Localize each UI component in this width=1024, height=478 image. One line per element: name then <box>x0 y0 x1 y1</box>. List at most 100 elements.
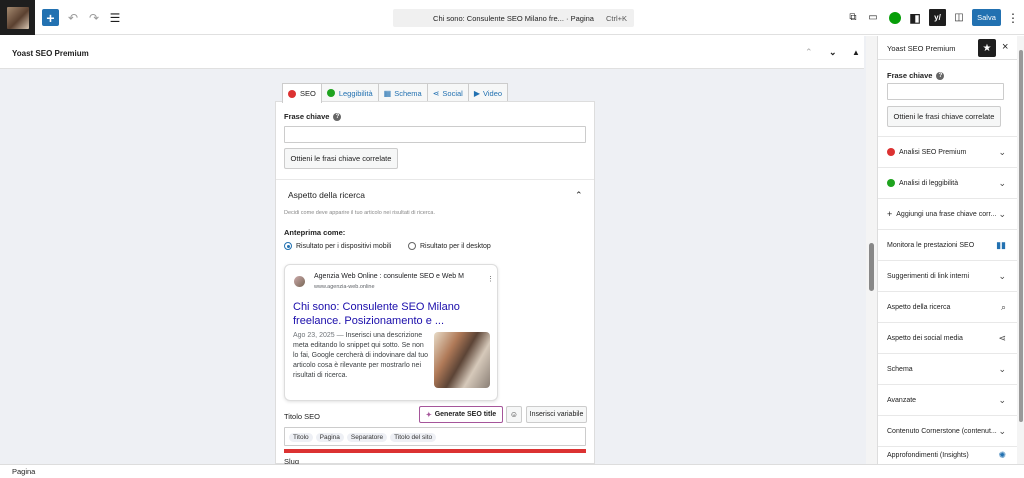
redo-icon[interactable]: ↷ <box>87 9 101 26</box>
tab-readability[interactable]: Leggibilità <box>320 83 379 102</box>
tab-seo[interactable]: SEO <box>282 83 322 103</box>
radio-mobile[interactable]: Risultato per i dispositivi mobili <box>284 242 391 250</box>
sidebar-item-advanced[interactable]: Avanzate ⌄ <box>878 384 1017 415</box>
snippet-title[interactable]: Chi sono: Consulente SEO Milano freelanc… <box>293 300 488 328</box>
collapse-metabox-icon[interactable]: ▲ <box>852 48 860 57</box>
variable-chip-title[interactable]: Titolo <box>289 433 313 442</box>
sidebar-item-insights[interactable]: Approfondimenti (Insights) ✺ <box>878 446 1017 464</box>
block-inserter-button[interactable]: + <box>42 9 59 26</box>
sidebar-item-seo-analysis[interactable]: Analisi SEO Premium ⌄ <box>878 136 1017 167</box>
undo-icon[interactable]: ↶ <box>66 9 80 26</box>
snippet-site-name: Agenzia Web Online : consulente SEO e We… <box>314 273 464 280</box>
share-icon: ⋖ <box>432 88 440 98</box>
help-icon[interactable]: ? <box>333 113 342 122</box>
radio-desktop-indicator[interactable] <box>408 242 416 250</box>
move-up-icon[interactable]: ⌃ <box>805 47 813 58</box>
sidebar-item-seo-performance[interactable]: Monitora le prestazioni SEO ▮▮ <box>878 229 1017 260</box>
emoji-picker-icon[interactable]: ☺ <box>506 406 522 423</box>
editor-top-toolbar: + ↶ ↷ ☰ Chi sono: Consulente SEO Milano … <box>0 0 1024 35</box>
sidebar-item-label: Suggerimenti di link interni <box>887 272 970 280</box>
yoast-panel: SEO Leggibilità ▦ Schema ⋖ Social ▶ Video F… <box>275 83 595 466</box>
video-icon: ▶ <box>473 88 480 98</box>
yoast-sidebar-icon[interactable]: y/ <box>929 9 946 26</box>
sidebar-item-schema[interactable]: Schema ⌄ <box>878 353 1017 384</box>
sidebar-keyphrase-input[interactable] <box>887 83 1004 100</box>
chevron-down-icon: ⌄ <box>998 147 1006 157</box>
sidebar-item-add-related-keyphrase[interactable]: + Aggiungi una frase chiave corr... ⌄ <box>878 198 1017 229</box>
radio-mobile-indicator[interactable] <box>284 242 292 250</box>
seo-tab-panel: Frase chiave? Ottieni le frasi chiave co… <box>275 101 595 466</box>
sidebar-item-label: Aggiungi una frase chiave corr... <box>896 210 997 218</box>
canvas-scrollbar[interactable] <box>866 36 877 464</box>
chevron-down-icon: ⌄ <box>998 426 1006 436</box>
site-logo-button[interactable] <box>0 0 35 35</box>
chevron-down-icon: ⌄ <box>998 178 1006 188</box>
variable-chip-separator[interactable]: Separatore <box>346 433 388 442</box>
bar-chart-icon: ▮▮ <box>996 240 1006 250</box>
yoast-sidebar: Yoast SEO Premium ★ × Frase chiave? Otti… <box>877 36 1024 464</box>
sparkle-icon: ✺ <box>998 450 1006 460</box>
editor-canvas: Yoast SEO Premium ⌃ ⌄ ▲ SEO Leggibilità … <box>0 36 877 466</box>
tab-seo-label: SEO <box>300 89 316 98</box>
document-overview-icon[interactable]: ☰ <box>108 9 122 26</box>
keyphrase-input[interactable] <box>284 126 586 143</box>
star-icon[interactable]: ★ <box>978 39 996 57</box>
sidebar-item-label: Monitora le prestazioni SEO <box>887 241 975 249</box>
jetpack-icon[interactable] <box>888 9 902 26</box>
keyphrase-label: Frase chiave? <box>284 112 342 122</box>
editor-status-bar: Pagina <box>0 464 1024 478</box>
close-icon[interactable]: × <box>1002 41 1008 53</box>
save-button[interactable]: Salva <box>972 9 1001 26</box>
radio-desktop[interactable]: Risultato per il desktop <box>408 242 491 250</box>
divider <box>276 179 594 180</box>
sidebar-scrollbar-thumb[interactable] <box>1019 50 1023 422</box>
share-icon: ⋖ <box>998 333 1006 343</box>
variable-chip-site-title[interactable]: Titolo del sito <box>390 433 437 442</box>
snippet-date-dash: — <box>334 332 346 339</box>
search-appearance-heading[interactable]: Aspetto della ricerca <box>288 190 365 200</box>
canvas-scrollbar-thumb[interactable] <box>869 243 874 291</box>
snippet-site-url: www.agenzia-web.online <box>314 284 375 290</box>
help-icon[interactable]: ? <box>936 72 945 81</box>
sidebar-item-search-appearance[interactable]: Aspetto della ricerca ⌕ <box>878 291 1017 322</box>
sidebar-item-label: Aspetto della ricerca <box>887 303 951 311</box>
block-editor-plugin-icon[interactable]: ◧ <box>908 9 922 26</box>
chevron-down-icon: ⌄ <box>998 209 1006 219</box>
tab-social-label: Social <box>442 88 463 98</box>
tab-social[interactable]: ⋖ Social <box>426 83 469 102</box>
sidebar-item-social-appearance[interactable]: Aspetto dei social media ⋖ <box>878 322 1017 353</box>
seo-title-input[interactable]: Titolo Pagina Separatore Titolo del sito <box>284 427 586 446</box>
options-menu-icon[interactable]: ⋮ <box>1007 9 1019 26</box>
generate-button-label: Generate SEO title <box>434 411 497 418</box>
status-breadcrumb[interactable]: Pagina <box>12 467 35 476</box>
move-down-icon[interactable]: ⌄ <box>829 47 837 58</box>
seo-status-icon <box>887 148 895 156</box>
chevron-up-icon[interactable]: ⌃ <box>575 190 583 201</box>
seo-title-progress-bar <box>284 449 586 453</box>
sidebar-item-internal-links[interactable]: Suggerimenti di link interni ⌄ <box>878 260 1017 291</box>
snippet-description: Inserisci una descrizione meta editando … <box>293 332 429 379</box>
settings-sidebar-icon[interactable]: ◫ <box>952 9 966 26</box>
sidebar-item-label: Approfondimenti (Insights) <box>887 452 969 459</box>
tab-video[interactable]: ▶ Video <box>467 83 509 102</box>
tab-schema[interactable]: ▦ Schema <box>377 83 428 102</box>
generate-seo-title-button[interactable]: ✦ Generate SEO title <box>419 406 503 423</box>
tab-schema-label: Schema <box>394 88 422 98</box>
yoast-metabox-header: Yoast SEO Premium ⌃ ⌄ ▲ <box>0 36 864 69</box>
sidebar-item-label: Contenuto Cornerstone (contenut... <box>887 427 997 435</box>
variable-chip-page[interactable]: Pagina <box>315 433 344 442</box>
sidebar-item-readability[interactable]: Analisi di leggibilità ⌄ <box>878 167 1017 198</box>
radio-desktop-label: Risultato per il desktop <box>420 242 491 250</box>
sidebar-related-keyphrases-button[interactable]: Ottieni le frasi chiave correlate <box>887 106 1001 127</box>
preview-as-label: Anteprima come: <box>284 228 346 237</box>
sidebar-item-cornerstone[interactable]: Contenuto Cornerstone (contenut... ⌄ <box>878 415 1017 446</box>
sidebar-scrollbar[interactable] <box>1017 36 1024 464</box>
sidebar-item-label: Avanzate <box>887 396 917 404</box>
view-page-icon[interactable]: ⧉ <box>846 9 860 26</box>
device-preview-icon[interactable]: ▭ <box>866 9 880 26</box>
related-keyphrases-button[interactable]: Ottieni le frasi chiave correlate <box>284 148 398 169</box>
command-palette-button[interactable]: Chi sono: Consulente SEO Milano fre... ·… <box>393 9 634 27</box>
kebab-menu-icon[interactable]: ⋮ <box>487 275 494 283</box>
site-icon-image <box>6 6 29 29</box>
insert-variable-button[interactable]: Inserisci variabile <box>526 406 587 423</box>
